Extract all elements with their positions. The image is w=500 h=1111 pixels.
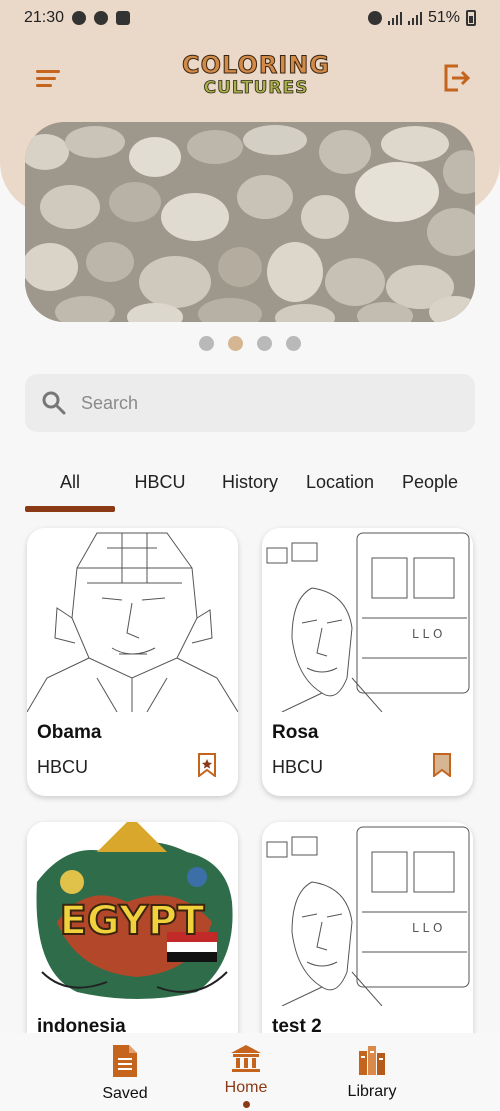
line-art-portrait-image: [27, 528, 238, 712]
svg-text:L L O: L L O: [412, 627, 442, 641]
menu-button[interactable]: [28, 62, 68, 96]
pebbles-image: [25, 122, 475, 322]
logo-line-2: CULTURES: [203, 78, 309, 99]
battery-icon: [466, 10, 476, 26]
nav-label: Saved: [102, 1085, 148, 1102]
carousel-dot[interactable]: [199, 336, 214, 351]
search-icon: [42, 391, 66, 415]
carousel-indicator: [0, 336, 500, 351]
card-category: HBCU: [272, 757, 324, 777]
bottom-navigation: Saved Home Library: [0, 1033, 500, 1111]
logout-button[interactable]: [440, 62, 472, 94]
bookmark-icon[interactable]: [433, 753, 451, 777]
books-icon: [359, 1046, 385, 1075]
alarm-icon: [94, 11, 109, 25]
line-art-bus-portrait-image: L L O: [262, 822, 473, 1006]
document-icon: [113, 1045, 137, 1077]
category-tabs: All HBCU History Location People: [25, 462, 475, 512]
status-bar: 21:30 51%: [0, 0, 500, 36]
signal-icon: [387, 11, 402, 25]
nav-library[interactable]: Library: [317, 1043, 427, 1101]
tab-hbcu[interactable]: HBCU: [115, 462, 205, 502]
line-art-bus-portrait-image: L L O: [262, 528, 473, 712]
card-category: HBCU: [37, 757, 89, 777]
home-icon: [231, 1045, 261, 1072]
bookmark-icon[interactable]: [198, 753, 216, 777]
nav-label: Library: [347, 1083, 397, 1100]
logo-line-1: COLORING: [181, 51, 331, 79]
carousel-dot[interactable]: [257, 336, 272, 351]
app-logo: COLORING CULTURES: [176, 52, 336, 104]
search-bar[interactable]: [25, 374, 475, 432]
nav-saved[interactable]: Saved: [70, 1043, 180, 1103]
clock: 21:30: [24, 9, 65, 26]
nav-home[interactable]: Home: [191, 1043, 301, 1108]
banner-carousel[interactable]: [25, 122, 475, 322]
egypt-doodle-image: EGYPT: [27, 822, 238, 1006]
svg-text:L L O: L L O: [412, 921, 442, 935]
lte-signal-icon: [407, 11, 422, 25]
screen: 21:30 51% COLORING CULTURES Search All H…: [0, 0, 500, 1111]
tab-history[interactable]: History: [205, 462, 295, 502]
coloring-card[interactable]: L L O Rosa HBCU: [262, 528, 473, 796]
search-input[interactable]: [81, 392, 441, 414]
tab-people[interactable]: People: [385, 462, 475, 502]
check-icon: [116, 11, 131, 25]
carousel-dot-active[interactable]: [228, 336, 243, 351]
card-title: Rosa: [272, 722, 319, 743]
tab-location[interactable]: Location: [295, 462, 385, 502]
logout-icon: [444, 64, 471, 92]
nav-label: Home: [224, 1079, 268, 1096]
carousel-dot[interactable]: [286, 336, 301, 351]
tab-all[interactable]: All: [25, 462, 115, 502]
egypt-title-text: EGYPT: [60, 898, 206, 944]
notification-icon: [72, 11, 87, 25]
coloring-card[interactable]: Obama HBCU: [27, 528, 238, 796]
active-tab-indicator: [25, 506, 115, 512]
card-title: Obama: [37, 722, 102, 743]
alarm-icon: [367, 11, 382, 25]
active-nav-indicator: [242, 1101, 250, 1108]
battery-level: 51%: [427, 9, 460, 26]
